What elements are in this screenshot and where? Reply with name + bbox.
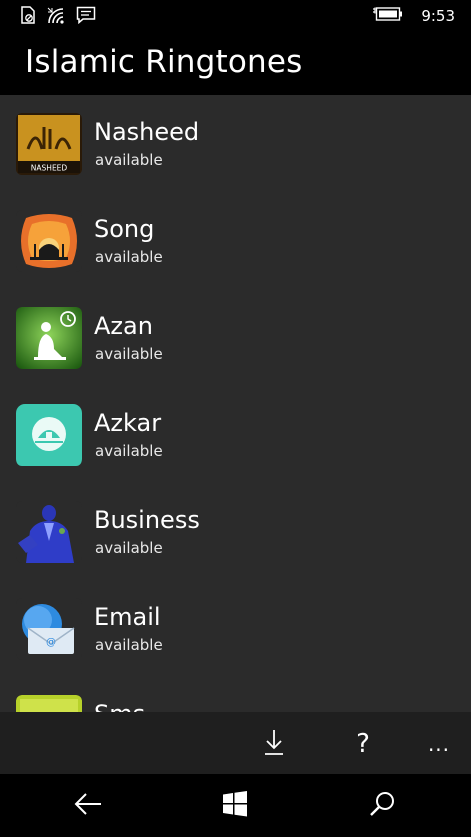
back-icon (73, 792, 103, 820)
list-item-status: available (95, 151, 163, 169)
wifi-icon (46, 6, 66, 28)
no-sim-icon (20, 6, 36, 28)
search-icon (368, 790, 396, 822)
list-item-status: available (95, 636, 163, 654)
back-button[interactable] (70, 790, 106, 822)
businessman-icon (16, 501, 82, 563)
start-button[interactable] (217, 790, 253, 822)
ringtone-list[interactable]: NASHEED Nasheed available Song available (0, 95, 471, 712)
email-icon: @ (16, 598, 82, 660)
more-icon: ... (427, 732, 451, 756)
list-item-title: Azkar (94, 409, 162, 437)
list-item-azan[interactable]: Azan available (0, 289, 471, 386)
nasheed-icon: NASHEED (16, 113, 82, 175)
status-icons-left (20, 6, 96, 28)
list-item-title: Nasheed (94, 118, 200, 146)
nasheed-icon-text: NASHEED (31, 164, 68, 173)
list-item-email[interactable]: @ Email available (0, 580, 471, 677)
download-button[interactable] (256, 726, 292, 762)
list-item-title: Azan (94, 312, 153, 340)
svg-text:@: @ (46, 637, 56, 648)
status-bar: 9:53 (0, 0, 471, 32)
list-item-status: available (95, 539, 163, 557)
page-title: Islamic Ringtones (25, 44, 303, 80)
mosque-icon (16, 210, 82, 272)
download-icon (263, 728, 285, 760)
prayer-clock-icon (16, 307, 82, 369)
more-button[interactable]: ... (421, 726, 457, 762)
list-item-azkar[interactable]: Azkar available (0, 386, 471, 483)
sms-icon (16, 695, 82, 712)
help-button[interactable]: ? (345, 726, 381, 762)
list-item-status: available (95, 345, 163, 363)
navigation-bar (0, 774, 471, 837)
help-icon: ? (356, 729, 370, 759)
title-bar: Islamic Ringtones (0, 32, 471, 95)
search-button[interactable] (364, 790, 400, 822)
message-icon (76, 6, 96, 28)
list-item-status: available (95, 248, 163, 266)
list-item-nasheed[interactable]: NASHEED Nasheed available (0, 95, 471, 192)
app-bar: ? ... (0, 712, 471, 774)
list-item-title: Email (94, 603, 161, 631)
list-item-title: Song (94, 215, 155, 243)
list-item-song[interactable]: Song available (0, 192, 471, 289)
list-item-sms[interactable]: Sms (0, 677, 471, 712)
status-time: 9:53 (421, 7, 455, 25)
battery-charging-icon (371, 6, 403, 26)
list-item-title: Sms (94, 700, 145, 712)
windows-icon (222, 791, 248, 821)
list-item-title: Business (94, 506, 200, 534)
list-item-status: available (95, 442, 163, 460)
azkar-icon (16, 404, 82, 466)
status-icons-right: 9:53 (371, 6, 455, 26)
list-item-business[interactable]: Business available (0, 483, 471, 580)
